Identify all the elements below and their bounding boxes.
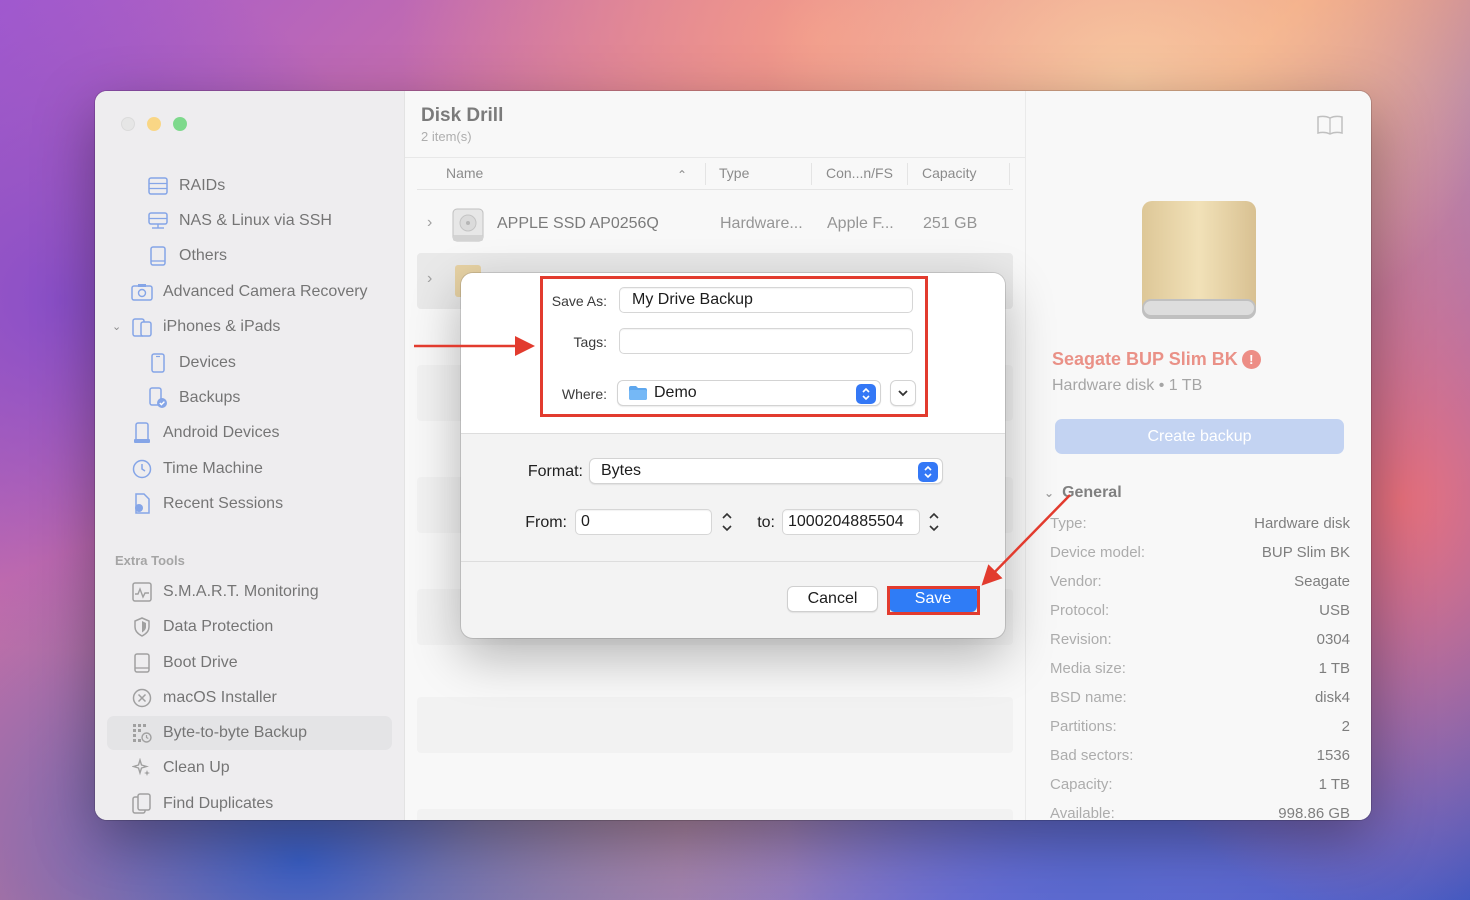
decrement-icon: [722, 525, 732, 532]
highlight-box-save-button: [887, 586, 980, 615]
to-input[interactable]: [782, 509, 920, 535]
to-label: to:: [757, 514, 775, 531]
dialog-divider: [461, 561, 1005, 562]
from-input[interactable]: [575, 509, 712, 535]
cancel-button[interactable]: Cancel: [787, 586, 878, 612]
highlight-box-save-fields: [540, 276, 928, 417]
updown-chevron-icon: [918, 462, 938, 482]
from-label: From:: [525, 514, 567, 531]
dialog-divider: [461, 433, 1005, 434]
format-label: Format:: [527, 463, 583, 480]
format-value: Bytes: [601, 462, 642, 479]
format-dropdown[interactable]: Bytes: [589, 458, 943, 484]
increment-icon: [722, 512, 732, 519]
increment-icon: [929, 512, 939, 519]
to-stepper[interactable]: [926, 508, 942, 536]
decrement-icon: [929, 525, 939, 532]
from-stepper[interactable]: [719, 508, 735, 536]
